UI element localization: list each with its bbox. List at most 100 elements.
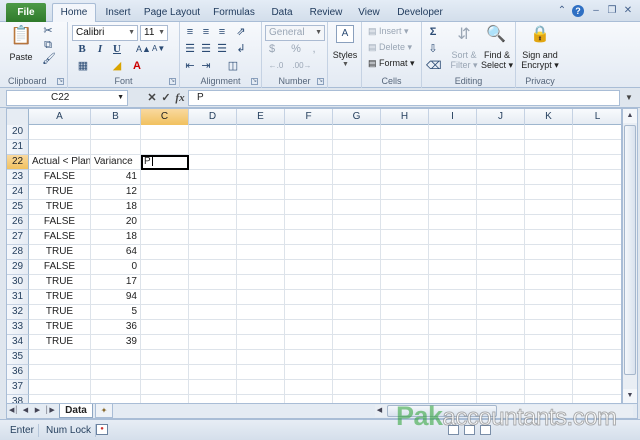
- empty-cell[interactable]: [333, 200, 381, 215]
- scroll-left-icon[interactable]: ◀: [375, 405, 384, 417]
- empty-cell[interactable]: [477, 275, 525, 290]
- cell-a[interactable]: FALSE: [29, 215, 91, 230]
- sheet-tab-data[interactable]: Data: [59, 404, 93, 418]
- alignment-launcher-icon[interactable]: ↘: [251, 78, 258, 85]
- empty-cell[interactable]: [237, 275, 285, 290]
- number-launcher-icon[interactable]: ↘: [317, 78, 324, 85]
- name-box[interactable]: C22 ▼: [6, 90, 128, 106]
- row-header[interactable]: 37: [7, 380, 29, 395]
- sort-filter-icon[interactable]: ⇵: [452, 25, 476, 45]
- increase-font-icon[interactable]: A▲: [136, 42, 151, 56]
- empty-cell[interactable]: [525, 320, 573, 335]
- empty-cell[interactable]: [285, 365, 333, 380]
- cell-a[interactable]: TRUE: [29, 320, 91, 335]
- empty-cell[interactable]: [237, 395, 285, 403]
- empty-cell[interactable]: [429, 245, 477, 260]
- empty-cell[interactable]: [429, 260, 477, 275]
- empty-cell[interactable]: [285, 305, 333, 320]
- sign-encrypt-button[interactable]: Sign and Encrypt ▾: [516, 50, 564, 70]
- align-center-icon[interactable]: ☰: [200, 42, 212, 56]
- row-header[interactable]: 23: [7, 170, 29, 185]
- empty-cell[interactable]: [237, 290, 285, 305]
- empty-cell[interactable]: [477, 215, 525, 230]
- empty-cell[interactable]: [381, 245, 429, 260]
- empty-cell[interactable]: [189, 260, 237, 275]
- row-header[interactable]: 26: [7, 215, 29, 230]
- wrap-text-icon[interactable]: ↲: [234, 42, 248, 56]
- empty-cell[interactable]: [429, 335, 477, 350]
- cell-c[interactable]: [141, 335, 189, 350]
- empty-cell[interactable]: [573, 290, 621, 305]
- paste-button[interactable]: Paste: [6, 52, 36, 62]
- empty-cell[interactable]: [381, 125, 429, 140]
- empty-cell[interactable]: [189, 125, 237, 140]
- empty-cell[interactable]: [525, 260, 573, 275]
- vertical-scroll-thumb[interactable]: [624, 125, 636, 375]
- align-middle-icon[interactable]: ≡: [200, 25, 212, 39]
- font-color-icon[interactable]: A: [130, 59, 144, 73]
- column-header-h[interactable]: H: [381, 109, 429, 125]
- empty-cell[interactable]: [237, 200, 285, 215]
- empty-cell[interactable]: [285, 260, 333, 275]
- empty-cell[interactable]: [429, 170, 477, 185]
- cell-b[interactable]: [91, 380, 141, 395]
- empty-cell[interactable]: [237, 380, 285, 395]
- column-header-l[interactable]: L: [573, 109, 621, 125]
- empty-cell[interactable]: [573, 185, 621, 200]
- cell-a[interactable]: TRUE: [29, 185, 91, 200]
- row-header[interactable]: 20: [7, 125, 29, 140]
- cell-b[interactable]: 41: [91, 170, 141, 185]
- empty-cell[interactable]: [381, 365, 429, 380]
- empty-cell[interactable]: [237, 140, 285, 155]
- font-launcher-icon[interactable]: ↘: [169, 78, 176, 85]
- decrease-decimal-icon[interactable]: .00→: [292, 59, 312, 73]
- select-all-corner[interactable]: [7, 109, 29, 125]
- align-left-icon[interactable]: ☰: [184, 42, 196, 56]
- empty-cell[interactable]: [333, 245, 381, 260]
- column-header-b[interactable]: B: [91, 109, 141, 125]
- empty-cell[interactable]: [333, 290, 381, 305]
- italic-button[interactable]: I: [94, 42, 106, 56]
- empty-cell[interactable]: [429, 140, 477, 155]
- align-top-icon[interactable]: ≡: [184, 25, 196, 39]
- empty-cell[interactable]: [477, 125, 525, 140]
- row-header[interactable]: 31: [7, 290, 29, 305]
- empty-cell[interactable]: [477, 365, 525, 380]
- cell-b[interactable]: 20: [91, 215, 141, 230]
- cell-a[interactable]: [29, 395, 91, 403]
- sign-encrypt-icon[interactable]: 🔒: [528, 25, 552, 45]
- empty-cell[interactable]: [237, 230, 285, 245]
- empty-cell[interactable]: [477, 335, 525, 350]
- empty-cell[interactable]: [477, 155, 525, 170]
- empty-cell[interactable]: [573, 320, 621, 335]
- first-sheet-icon[interactable]: ◀│: [9, 405, 19, 417]
- cell-a[interactable]: TRUE: [29, 290, 91, 305]
- empty-cell[interactable]: [189, 350, 237, 365]
- empty-cell[interactable]: [237, 170, 285, 185]
- empty-cell[interactable]: [285, 290, 333, 305]
- row-header[interactable]: 33: [7, 320, 29, 335]
- empty-cell[interactable]: [573, 125, 621, 140]
- empty-cell[interactable]: [573, 200, 621, 215]
- cell-c[interactable]: [141, 395, 189, 403]
- cell-a[interactable]: [29, 380, 91, 395]
- empty-cell[interactable]: [573, 350, 621, 365]
- empty-cell[interactable]: [189, 290, 237, 305]
- underline-button[interactable]: U: [110, 42, 124, 56]
- empty-cell[interactable]: [237, 125, 285, 140]
- empty-cell[interactable]: [477, 320, 525, 335]
- empty-cell[interactable]: [525, 185, 573, 200]
- cell-c[interactable]: [141, 125, 189, 140]
- decrease-font-icon[interactable]: A▼: [152, 42, 165, 56]
- empty-cell[interactable]: [333, 260, 381, 275]
- cell-b[interactable]: 5: [91, 305, 141, 320]
- empty-cell[interactable]: [477, 260, 525, 275]
- next-sheet-icon[interactable]: ▶: [33, 405, 42, 417]
- confirm-entry-icon[interactable]: ✓: [160, 90, 172, 106]
- empty-cell[interactable]: [525, 200, 573, 215]
- fill-color-icon[interactable]: ◢: [110, 59, 124, 73]
- number-format-select[interactable]: General ▼: [265, 25, 325, 41]
- column-header-e[interactable]: E: [237, 109, 285, 125]
- copy-icon[interactable]: ⧉: [42, 38, 54, 52]
- empty-cell[interactable]: [381, 350, 429, 365]
